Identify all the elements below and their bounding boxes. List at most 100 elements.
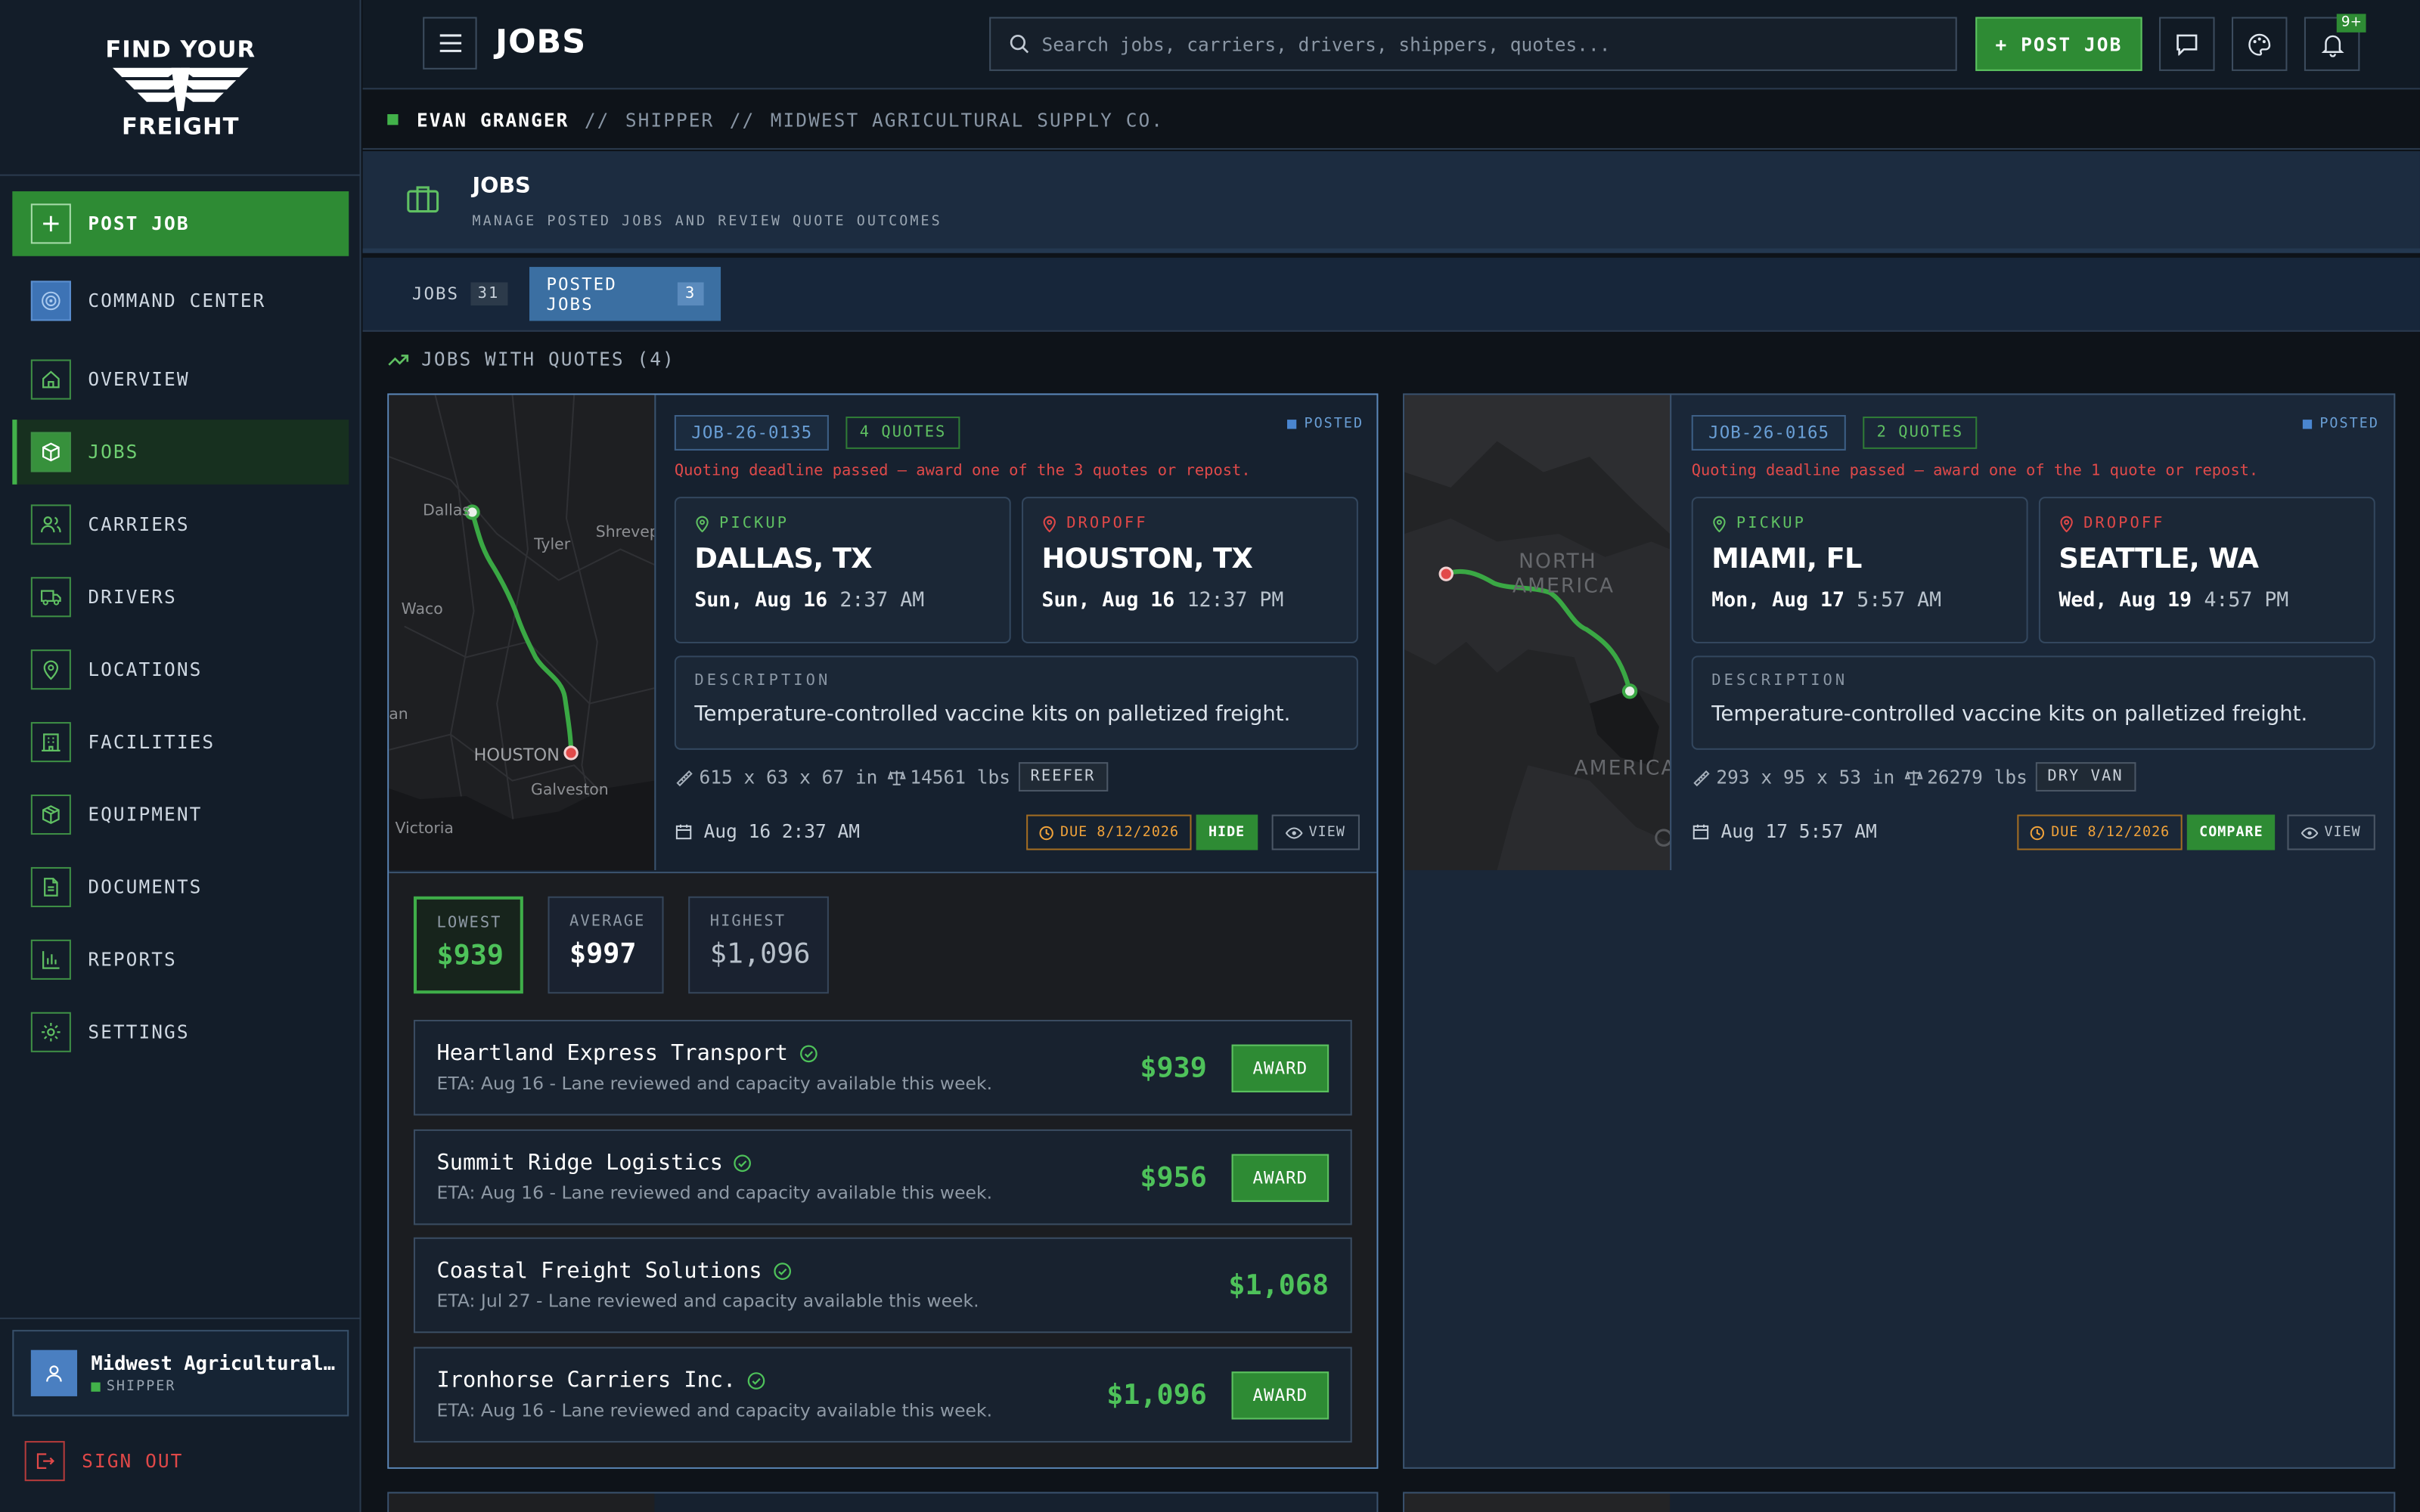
- sidebar-item-settings[interactable]: SETTINGS: [12, 999, 349, 1064]
- tab-jobs[interactable]: JOBS 31: [395, 267, 524, 321]
- due-date-badge: DUE 8/12/2026: [1026, 814, 1192, 850]
- pickup-box: PICKUP MIAMI, FL Mon, Aug 17 5:57 AM: [1691, 497, 2028, 644]
- sidebar-item-label: EQUIPMENT: [88, 804, 203, 826]
- home-icon: [30, 359, 71, 400]
- status-badge: POSTED: [1287, 417, 1364, 432]
- job-id-badge[interactable]: JOB-26-0135: [674, 414, 830, 451]
- due-date-badge: DUE 8/12/2026: [2017, 814, 2183, 850]
- sidebar-item-facilities[interactable]: FACILITIES: [12, 710, 349, 775]
- sidebar-item-label: OVERVIEW: [88, 368, 190, 391]
- verified-icon: [734, 1154, 752, 1173]
- messages-button[interactable]: [2159, 17, 2215, 71]
- logout-icon: [24, 1441, 65, 1482]
- tab-count: 3: [677, 282, 704, 306]
- view-job-button[interactable]: VIEW: [1271, 814, 1360, 850]
- sidebar-item-label: LOCATIONS: [88, 658, 203, 680]
- map-label: Waco: [401, 601, 443, 619]
- post-job-button[interactable]: + POST JOB: [1975, 17, 2142, 71]
- description-text: Temperature-controlled vaccine kits on p…: [694, 702, 1291, 727]
- quote-row[interactable]: Summit Ridge Logistics ETA: Aug 16 - Lan…: [413, 1129, 1352, 1225]
- pickup-city: DALLAS, TX: [694, 543, 872, 576]
- map-pin-icon: [696, 516, 709, 533]
- stat-highest: HIGHEST $1,096: [688, 896, 829, 994]
- sidebar-item-equipment[interactable]: EQUIPMENT: [12, 782, 349, 847]
- plus-icon: [30, 203, 71, 244]
- sidebar-item-drivers[interactable]: DRIVERS: [12, 565, 349, 630]
- breadcrumb-separator: //: [584, 108, 610, 131]
- sidebar-item-overview[interactable]: OVERVIEW: [12, 347, 349, 412]
- dropoff-city: SEATTLE, WA: [2059, 543, 2259, 576]
- map-pin-icon: [1043, 516, 1056, 533]
- search-bar[interactable]: [989, 17, 1957, 71]
- description-box: DESCRIPTION Temperature-controlled vacci…: [674, 655, 1358, 750]
- sidebar-item-carriers[interactable]: CARRIERS: [12, 492, 349, 557]
- award-button[interactable]: AWARD: [1231, 1153, 1329, 1201]
- menu-toggle-button[interactable]: [423, 17, 477, 70]
- weight: 26279 lbs: [1927, 766, 2028, 788]
- breadcrumb-role: SHIPPER: [625, 108, 715, 131]
- tab-posted-jobs[interactable]: POSTED JOBS 3: [529, 267, 721, 321]
- hide-quotes-button[interactable]: HIDE: [1196, 814, 1258, 850]
- quote-row[interactable]: Ironhorse Carriers Inc. ETA: Aug 16 - La…: [413, 1346, 1352, 1443]
- document-icon: [30, 866, 71, 907]
- map-terrain: [389, 395, 655, 871]
- tab-label: POSTED JOBS: [546, 274, 617, 314]
- fingerprint-icon: [30, 280, 71, 321]
- compare-quotes-button[interactable]: COMPARE: [2186, 814, 2276, 850]
- sidebar-item-command-center[interactable]: COMMAND CENTER: [12, 268, 349, 333]
- brand-logo[interactable]: FIND YOUR FREIGHT: [0, 0, 361, 176]
- dropoff-time: Sun, Aug 16 12:37 PM: [1041, 589, 1284, 613]
- equipment-tag: REEFER: [1018, 762, 1108, 792]
- quote-row[interactable]: Heartland Express Transport ETA: Aug 16 …: [413, 1019, 1352, 1116]
- job-id-badge[interactable]: JOB-26-0165: [1691, 414, 1847, 451]
- status-badge: POSTED: [2302, 417, 2379, 432]
- carrier-name: Ironhorse Carriers Inc.: [437, 1368, 992, 1393]
- map-pin-icon: [30, 649, 71, 690]
- quote-eta: ETA: Jul 27 - Lane reviewed and capacity…: [436, 1290, 979, 1312]
- sidebar-item-locations[interactable]: LOCATIONS: [12, 637, 349, 702]
- quote-eta: ETA: Aug 16 - Lane reviewed and capacity…: [436, 1399, 993, 1421]
- sidebar-item-label: CARRIERS: [88, 513, 190, 536]
- map-pin-icon: [2060, 516, 2073, 533]
- gear-icon: [30, 1012, 71, 1052]
- view-job-button[interactable]: VIEW: [2287, 814, 2375, 850]
- search-icon: [1010, 35, 1029, 54]
- sidebar-item-label: POST JOB: [88, 212, 190, 235]
- logo-line1: FIND YOUR: [105, 34, 256, 63]
- award-button[interactable]: AWARD: [1231, 1371, 1329, 1419]
- sidebar-item-post-job[interactable]: POST JOB: [12, 191, 349, 256]
- search-input[interactable]: [1041, 33, 1907, 55]
- truck-icon: [30, 577, 71, 618]
- map-label: an: [389, 706, 408, 724]
- map-divider: [1670, 395, 1672, 871]
- deadline-warning: Quoting deadline passed — award one of t…: [674, 463, 1251, 480]
- scale-icon: [886, 770, 905, 785]
- verified-icon: [773, 1263, 791, 1280]
- sidebar-item-reports[interactable]: REPORTS: [12, 928, 349, 993]
- sign-out-button[interactable]: SIGN OUT: [24, 1441, 184, 1482]
- route-map[interactable]: NORTH AMERICA AMERICA: [1404, 395, 1671, 871]
- section-header-title: JOBS: [472, 174, 531, 200]
- theme-button[interactable]: [2231, 17, 2288, 71]
- description-box: DESCRIPTION Temperature-controlled vacci…: [1691, 655, 2375, 750]
- tab-label: JOBS: [411, 284, 460, 305]
- route-map[interactable]: Dallas Tyler Shreveport Waco HOUSTON Gal…: [389, 395, 655, 871]
- dropoff-box: DROPOFF SEATTLE, WA Wed, Aug 19 4:57 PM: [2038, 497, 2375, 644]
- verified-icon: [747, 1372, 765, 1390]
- stat-average: AVERAGE $997: [548, 896, 664, 994]
- dimensions: 615 x 63 x 67 in: [699, 766, 878, 788]
- quote-row[interactable]: Coastal Freight Solutions ETA: Jul 27 - …: [413, 1237, 1352, 1334]
- sidebar-item-label: COMMAND CENTER: [88, 290, 266, 312]
- ruler-icon: [676, 769, 693, 786]
- dimensions: 293 x 95 x 53 in: [1716, 766, 1895, 788]
- map-label: Tyler: [534, 537, 571, 554]
- sidebar-item-jobs[interactable]: JOBS: [12, 420, 349, 485]
- user-card[interactable]: Midwest Agricultural… SHIPPER: [12, 1330, 349, 1417]
- dropoff-box: DROPOFF HOUSTON, TX Sun, Aug 16 12:37 PM: [1022, 497, 1358, 644]
- map-label: Victoria: [395, 820, 454, 838]
- breadcrumb: EVAN GRANGER // SHIPPER // MIDWEST AGRIC…: [362, 91, 2420, 150]
- bell-icon: [2320, 34, 2344, 57]
- clock-icon: [2030, 825, 2045, 840]
- sidebar-item-documents[interactable]: DOCUMENTS: [12, 855, 349, 920]
- award-button[interactable]: AWARD: [1231, 1043, 1329, 1092]
